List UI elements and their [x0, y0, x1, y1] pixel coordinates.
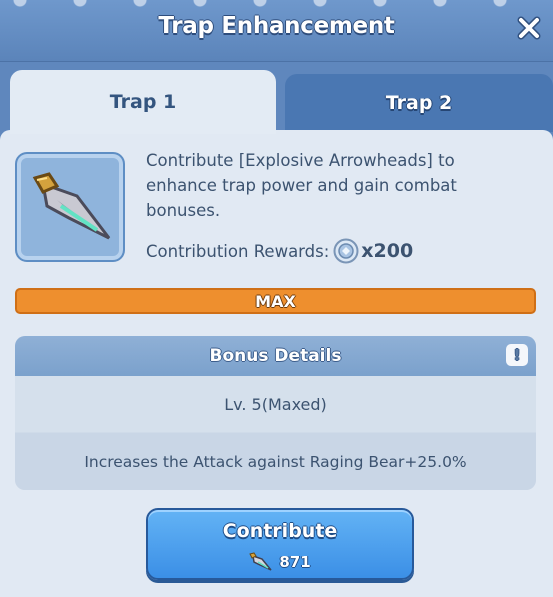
bonus-details-header: Bonus Details ! [15, 336, 536, 376]
window-header: Trap Enhancement [0, 0, 553, 62]
info-icon: ! [513, 346, 521, 364]
bonus-details-panel: Bonus Details ! Lv. 5(Maxed) Increases t… [15, 336, 536, 490]
close-icon [517, 16, 541, 40]
bonus-level: Lv. 5(Maxed) [15, 376, 536, 432]
arrowhead-icon [32, 172, 111, 240]
trap-enhancement-window: Trap Enhancement Trap 2 Trap 1 Contribut… [0, 0, 553, 597]
contribute-cost: 871 [148, 551, 412, 573]
item-description: Contribute [Explosive Arrowheads] to enh… [146, 151, 457, 220]
bonus-details-title: Bonus Details [209, 346, 342, 366]
contribute-label: Contribute [222, 520, 338, 542]
item-icon-frame [15, 152, 125, 262]
window-title: Trap Enhancement [158, 13, 395, 39]
close-button[interactable] [511, 10, 547, 46]
info-button[interactable]: ! [506, 344, 528, 366]
progress-label: MAX [255, 291, 296, 311]
rewards-quantity: x200 [361, 240, 414, 262]
contribution-rewards: Contribution Rewards: x200 [146, 238, 413, 264]
bonus-effect: Increases the Attack against Raging Bear… [15, 433, 536, 490]
contribute-button[interactable]: Contribute 871 [146, 508, 414, 580]
tab-label: Trap 1 [109, 91, 177, 113]
contribute-cost-value: 871 [279, 553, 311, 571]
tab-trap-1[interactable]: Trap 1 [10, 70, 276, 134]
arrowhead-icon [249, 552, 272, 571]
tab-trap-2[interactable]: Trap 2 [285, 74, 553, 132]
enhancement-progress-bar: MAX [15, 288, 536, 314]
tab-label: Trap 2 [385, 92, 453, 114]
coin-icon [333, 238, 359, 264]
rewards-label: Contribution Rewards: [146, 241, 330, 261]
bonus-level-text: Lv. 5(Maxed) [224, 394, 327, 414]
bonus-effect-text: Increases the Attack against Raging Bear… [84, 452, 467, 471]
